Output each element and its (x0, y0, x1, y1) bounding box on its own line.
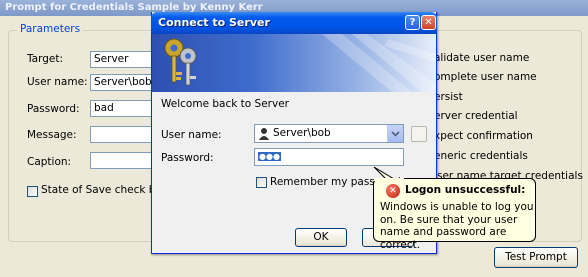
balloon-message: Windows is unable to log you on. Be sure… (380, 201, 534, 251)
save-state-label: State of Save check box (41, 184, 168, 196)
close-button[interactable]: ✕ (421, 15, 436, 30)
balloon-tail-join (374, 178, 404, 181)
welcome-text: Welcome back to Server (161, 98, 289, 110)
option-generic-credentials[interactable]: eneric credentials (434, 150, 528, 162)
option-validate-user-name[interactable]: alidate user name (434, 52, 529, 64)
dialog-username-combobox[interactable]: Server\bob (254, 124, 404, 143)
save-state-checkbox[interactable] (27, 186, 38, 197)
option-expect-confirmation[interactable]: xpect confirmation (434, 130, 533, 142)
dialog-username-label: User name: (161, 129, 222, 141)
option-server-credential[interactable]: erver credential (434, 110, 518, 122)
option-persist[interactable]: ersist (434, 91, 463, 103)
target-label: Target: (27, 53, 64, 65)
option-complete-user-name[interactable]: omplete user name (434, 71, 537, 83)
dialog-banner (152, 34, 436, 92)
dialog-password-label: Password: (161, 152, 214, 164)
remember-password-checkbox[interactable] (256, 177, 267, 188)
message-label: Message: (27, 129, 77, 141)
dropdown-arrow-icon[interactable] (387, 125, 403, 142)
dialog-password-input[interactable]: ●●● (254, 148, 404, 166)
browse-icon[interactable] (411, 126, 427, 142)
balloon-title: Logon unsuccessful: (405, 184, 526, 196)
password-mask: ●●● (258, 152, 281, 161)
username-label: User name: (27, 76, 88, 88)
caption-label: Caption: (27, 156, 72, 168)
parameters-group-label: Parameters (17, 23, 84, 35)
password-label: Password: (27, 103, 80, 115)
dialog-username-value: Server\bob (273, 127, 331, 139)
keys-icon (160, 36, 204, 91)
error-icon: ✕ (386, 184, 400, 198)
dialog-title: Connect to Server (158, 16, 270, 29)
help-button[interactable]: ? (405, 15, 420, 30)
ok-button[interactable]: OK (295, 228, 347, 247)
user-icon (258, 127, 270, 146)
